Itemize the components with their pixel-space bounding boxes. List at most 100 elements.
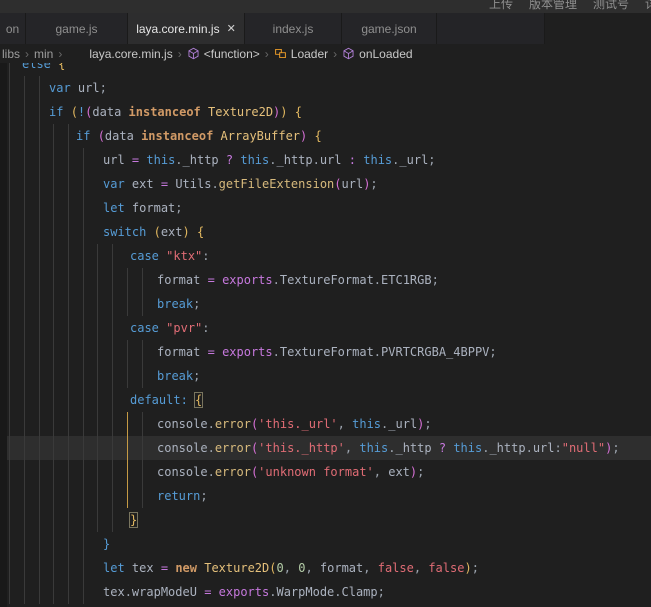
code-line-12[interactable]: case "pvr": [0, 316, 651, 340]
code-line-1[interactable]: else { [0, 63, 651, 76]
tab-bar-spacer [437, 13, 545, 44]
breadcrumb-item--function-[interactable]: <function> [187, 47, 260, 61]
indent-guide [9, 244, 10, 268]
code-line-7[interactable]: let format; [0, 196, 651, 220]
breadcrumb-item-min[interactable]: min [34, 47, 53, 61]
code-token: _url [399, 153, 428, 167]
indent-guide [24, 436, 25, 460]
code-line-11[interactable]: break; [0, 292, 651, 316]
code-token: : [181, 393, 188, 407]
tab-game.json[interactable]: game.json [342, 13, 437, 44]
code-line-18[interactable]: console.error('unknown format', ext); [0, 460, 651, 484]
code-line-2[interactable]: var url; [0, 76, 651, 100]
code-line-13[interactable]: format = exports.TextureFormat.PVRTCRGBA… [0, 340, 651, 364]
indent-guide [68, 172, 69, 196]
indent-guide [127, 340, 128, 364]
indent-guide [24, 484, 25, 508]
code-token: . [273, 345, 280, 359]
code-line-10[interactable]: format = exports.TextureFormat.ETC1RGB; [0, 268, 651, 292]
code-token: Texture2D [208, 105, 273, 119]
code-token: tex [132, 561, 154, 575]
tab-laya.core.min.js[interactable]: laya.core.min.js✕ [128, 13, 245, 44]
indent-guide [53, 148, 54, 172]
tab-index.js[interactable]: index.js [245, 13, 342, 44]
indent-guide [39, 244, 40, 268]
tab-on[interactable]: on [0, 13, 26, 44]
code-line-17[interactable]: console.error('this._http', this._http ?… [0, 436, 651, 460]
indent-guide [53, 412, 54, 436]
code-line-9[interactable]: case "ktx": [0, 244, 651, 268]
code-line-15[interactable]: default: { [0, 388, 651, 412]
code-line-16[interactable]: console.error('this._url', this._url); [0, 412, 651, 436]
indent-guide [9, 268, 10, 292]
code-token: data [92, 105, 121, 119]
code-token [125, 561, 132, 575]
code-token: . [175, 153, 182, 167]
tab-close-icon[interactable]: ✕ [227, 22, 236, 35]
breadcrumb-item-libs[interactable]: libs [2, 47, 20, 61]
code-line-20[interactable]: } [0, 508, 651, 532]
code-line-14[interactable]: break; [0, 364, 651, 388]
indent-guide [112, 436, 113, 460]
indent-guide [24, 340, 25, 364]
toolbar-item-0[interactable]: 上传 [489, 0, 513, 12]
code-line-19[interactable]: return; [0, 484, 651, 508]
indent-guide [112, 412, 113, 436]
code-token: ; [378, 585, 385, 599]
indent-guide [9, 316, 10, 340]
code-token: this [146, 153, 175, 167]
indent-guide [9, 532, 10, 556]
code-token: , [284, 561, 291, 575]
toolbar-item-2[interactable]: 测试号 [593, 0, 629, 12]
indent-guide [53, 484, 54, 508]
breadcrumb-label: min [34, 47, 53, 61]
toolbar-item-3[interactable]: 详 [645, 0, 651, 12]
breadcrumb-separator-icon: › [265, 47, 269, 61]
code-line-23[interactable]: tex.wrapModeU = exports.WarpMode.Clamp; [0, 580, 651, 604]
indent-guide [142, 364, 143, 388]
code-token: : [349, 153, 356, 167]
indent-guide [68, 532, 69, 556]
breadcrumb-item-onLoaded[interactable]: onLoaded [342, 47, 412, 61]
indent-guide [53, 364, 54, 388]
indent-guide [39, 388, 40, 412]
indent-guide [142, 412, 143, 436]
code-line-21[interactable]: } [0, 532, 651, 556]
code-line-22[interactable]: let tex = new Texture2D(0, 0, format, fa… [0, 556, 651, 580]
code-token: console [157, 465, 208, 479]
code-line-3[interactable]: if (!(data instanceof Texture2D)) { [0, 100, 651, 124]
code-line-4[interactable]: if (data instanceof ArrayBuffer) { [0, 124, 651, 148]
indent-guide [97, 412, 98, 436]
breadcrumb-item-laya.core.min.js[interactable]: laya.core.min.js [89, 47, 172, 61]
indent-guide [9, 388, 10, 412]
indent-guide [53, 532, 54, 556]
code-token: ; [432, 273, 439, 287]
code-token: format [157, 345, 200, 359]
indent-guide [68, 580, 69, 604]
indent-guide [53, 340, 54, 364]
active-indent-guide [127, 460, 128, 484]
indent-guide [24, 388, 25, 412]
code-line-6[interactable]: var ext = Utils.getFileExtension(url); [0, 172, 651, 196]
code-line-8[interactable]: switch (ext) { [0, 220, 651, 244]
indent-guide [53, 316, 54, 340]
code-token [90, 129, 97, 143]
indent-guide [24, 76, 25, 100]
code-token: format [157, 273, 200, 287]
indent-guide [112, 268, 113, 292]
code-token [219, 153, 226, 167]
indent-guide [68, 436, 69, 460]
tab-game.js[interactable]: game.js [26, 13, 128, 44]
code-token: ; [100, 81, 107, 95]
indent-guide [112, 388, 113, 412]
breadcrumb-item-Loader[interactable]: Loader [274, 47, 328, 61]
tab-label: index.js [273, 22, 314, 36]
indent-guide [142, 460, 143, 484]
indent-guide [68, 148, 69, 172]
code-token: , [363, 561, 370, 575]
code-editor[interactable]: else {var url;if (!(data instanceof Text… [0, 63, 651, 607]
code-line-5[interactable]: url = this._http ? this._http.url : this… [0, 148, 651, 172]
indent-guide [9, 76, 10, 100]
active-indent-guide [127, 412, 128, 436]
toolbar-item-1[interactable]: 版本管理 [529, 0, 577, 12]
